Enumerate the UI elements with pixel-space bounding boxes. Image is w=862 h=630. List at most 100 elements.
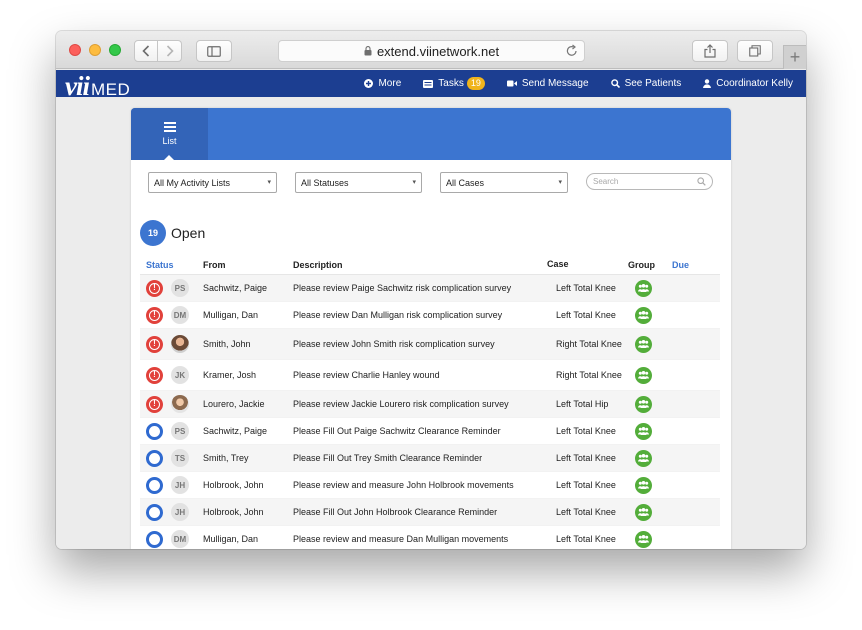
case-cell: Left Total Hip (556, 398, 609, 409)
table-row[interactable]: JH Holbrook, John Please Fill Out John Hol… (140, 499, 720, 526)
address-bar[interactable]: extend.viinetwork.net (278, 40, 585, 62)
avatar-cell: DM (171, 530, 203, 548)
exclamation-icon: ! (149, 369, 160, 381)
group-icon[interactable] (635, 449, 652, 467)
group-icon[interactable] (635, 335, 652, 353)
show-tabs-button[interactable] (737, 40, 773, 62)
urgent-status-icon[interactable]: ! (146, 306, 163, 324)
plus-icon: + (789, 47, 801, 67)
description-cell: Please Fill Out Paige Sachwitz Clearance… (293, 426, 501, 436)
avatar: JH (171, 476, 189, 494)
tasks-menu[interactable]: Tasks 19 (423, 77, 485, 90)
column-header-group: Group (628, 259, 655, 270)
dropdown-caret-icon: ▾ (267, 179, 271, 186)
avatar: DM (171, 530, 189, 548)
more-menu[interactable]: More (364, 78, 401, 89)
table-row[interactable]: ! PS Sachwitz, Paige Please review Paige Sa… (140, 275, 720, 302)
share-button[interactable] (692, 40, 728, 62)
avatar-cell: JK (171, 366, 203, 384)
reload-icon[interactable] (566, 44, 578, 57)
from-cell: Holbrook, John (203, 480, 264, 490)
status-select[interactable]: All Statuses ▾ (295, 172, 422, 193)
avatar-cell: PS (171, 279, 203, 297)
open-status-icon[interactable] (146, 449, 163, 467)
table-row[interactable]: TS Smith, Trey Please Fill Out Trey Smith … (140, 445, 720, 472)
activity-panel: List All My Activity Lists ▾ All Statuse… (131, 108, 731, 549)
column-header-due[interactable]: Due (672, 260, 712, 270)
new-tab-button[interactable]: + (783, 45, 806, 69)
avatar-cell: DM (171, 306, 203, 324)
group-icon[interactable] (635, 422, 652, 440)
table-row[interactable]: ! DM Mulligan, Dan Please review Dan Mullig… (140, 302, 720, 329)
send-message-menu[interactable]: Send Message (506, 78, 589, 89)
tab-list[interactable]: List (131, 108, 208, 160)
activity-list-select[interactable]: All My Activity Lists ▾ (148, 172, 277, 193)
group-icon[interactable] (635, 306, 652, 324)
group-cell (628, 449, 672, 467)
column-header-description: Description (293, 259, 343, 270)
share-icon (704, 44, 716, 58)
from-cell: Kramer, Josh (203, 370, 257, 380)
description-cell: Please review Jackie Lourero risk compli… (293, 399, 509, 409)
forward-button[interactable] (158, 40, 182, 62)
exclamation-icon: ! (149, 282, 160, 294)
group-icon[interactable] (635, 279, 652, 297)
exclamation-icon: ! (149, 309, 160, 321)
app-navbar: vii MED More Tasks 19 Send Message See P… (56, 70, 806, 101)
urgent-status-icon[interactable]: ! (146, 395, 163, 413)
description-cell: Please Fill Out John Holbrook Clearance … (293, 507, 498, 517)
user-menu[interactable]: Coordinator Kelly (703, 78, 793, 89)
exclamation-icon: ! (149, 338, 160, 350)
table-row[interactable]: ! JK Kramer, Josh Please review Charlie Han… (140, 360, 720, 391)
browser-toolbar: extend.viinetwork.net + (56, 31, 806, 69)
description-cell: Please review and measure John Holbrook … (293, 480, 514, 490)
group-cell (628, 530, 672, 548)
video-camera-icon (506, 80, 517, 87)
status-cell: ! (140, 279, 171, 297)
open-status-icon[interactable] (146, 476, 163, 494)
from-cell: Sachwitz, Paige (203, 283, 268, 293)
open-status-icon[interactable] (146, 422, 163, 440)
column-header-case: Case (547, 259, 569, 269)
tab-list-label: List (162, 136, 177, 146)
case-select[interactable]: All Cases ▾ (440, 172, 568, 193)
content-area: List All My Activity Lists ▾ All Statuse… (56, 97, 806, 549)
from-cell: Smith, Trey (203, 453, 249, 463)
open-status-icon[interactable] (146, 503, 163, 521)
column-header-status[interactable]: Status (140, 260, 174, 270)
back-button[interactable] (134, 40, 158, 62)
viimed-logo[interactable]: vii MED (65, 71, 130, 101)
table-row[interactable]: DM Mulligan, Dan Please review and measure… (140, 526, 720, 549)
sidebar-toggle-button[interactable] (196, 40, 232, 62)
urgent-status-icon[interactable]: ! (146, 279, 163, 297)
case-cell: Left Total Knee (556, 533, 616, 544)
table-row[interactable]: ! Smith, John Please review John Smith ris… (140, 329, 720, 360)
minimize-window-button[interactable] (89, 44, 101, 56)
open-count-badge: 19 (140, 220, 166, 246)
description-cell: Please review Paige Sachwitz risk compli… (293, 283, 512, 293)
open-status-icon[interactable] (146, 530, 163, 548)
table-row[interactable]: ! Lourero, Jackie Please review Jackie Lou… (140, 391, 720, 418)
list-icon (163, 122, 176, 132)
description-cell: Please review and measure Dan Mulligan m… (293, 534, 509, 544)
see-patients-menu[interactable]: See Patients (610, 78, 681, 89)
group-icon[interactable] (635, 476, 652, 494)
table-row[interactable]: JH Holbrook, John Please review and measur… (140, 472, 720, 499)
case-value: All Cases (446, 177, 485, 188)
urgent-status-icon[interactable]: ! (146, 366, 163, 384)
filter-bar: All My Activity Lists ▾ All Statuses ▾ A… (148, 172, 718, 194)
close-window-button[interactable] (69, 44, 81, 56)
search-input[interactable]: Search (586, 173, 713, 190)
table-row[interactable]: PS Sachwitz, Paige Please Fill Out Paige S… (140, 418, 720, 445)
zoom-window-button[interactable] (109, 44, 121, 56)
group-cell (628, 422, 672, 440)
group-icon[interactable] (635, 395, 652, 413)
address-url: extend.viinetwork.net (376, 43, 500, 59)
group-icon[interactable] (635, 530, 652, 548)
status-cell (140, 503, 171, 521)
group-icon[interactable] (635, 503, 652, 521)
urgent-status-icon[interactable]: ! (146, 335, 163, 353)
browser-window: extend.viinetwork.net + vii MED More Tas… (56, 31, 806, 549)
group-icon[interactable] (635, 366, 652, 384)
table-header: Status From Description Case Group Due (140, 255, 720, 275)
